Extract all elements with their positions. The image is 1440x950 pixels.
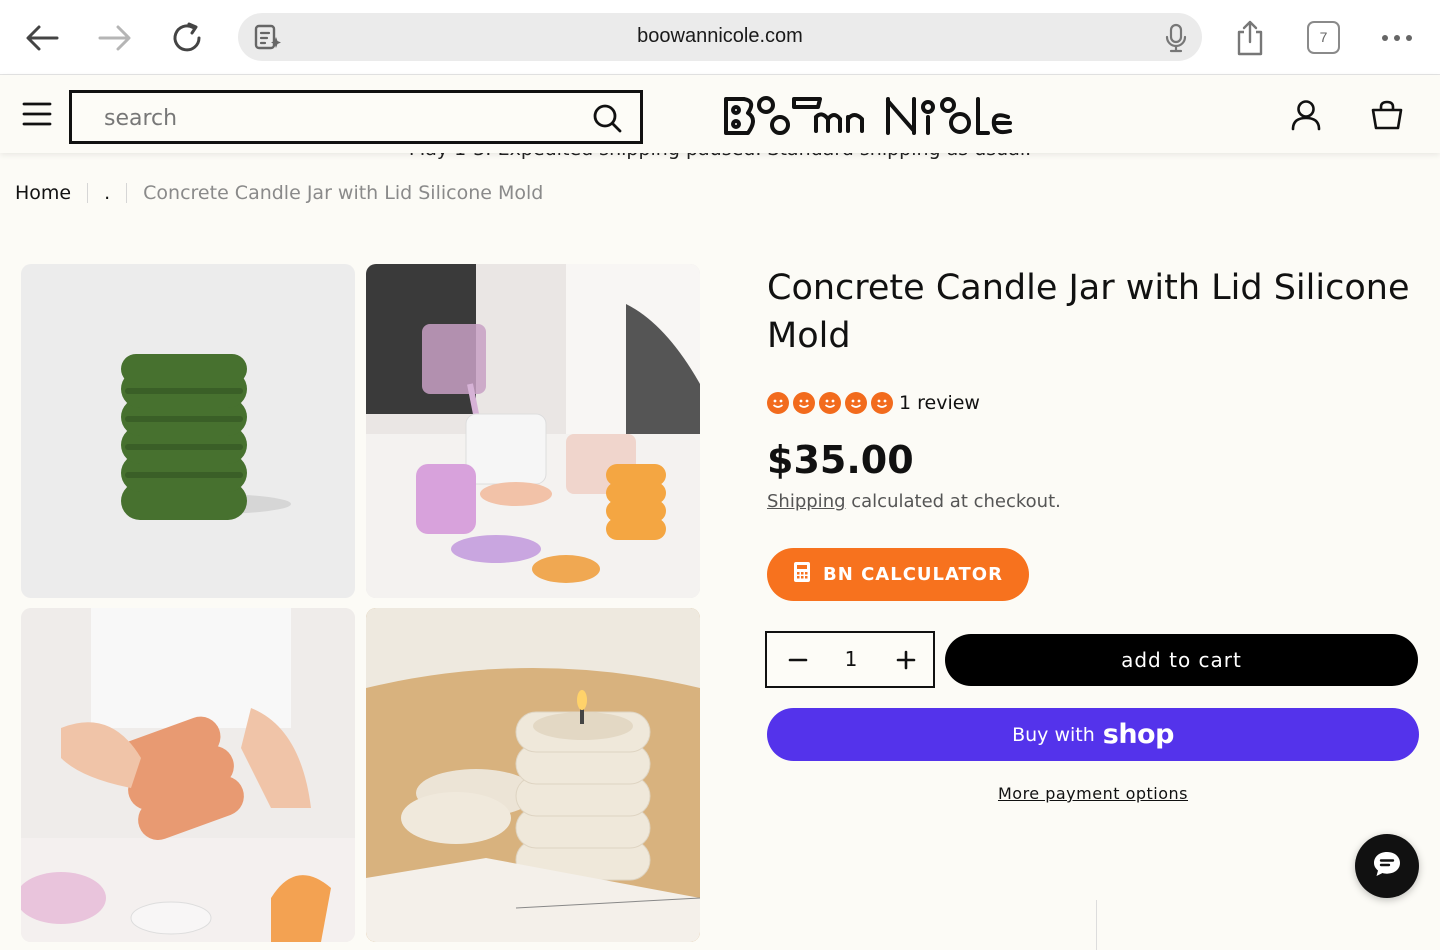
search-box (69, 90, 643, 144)
star-smiley-icon (871, 392, 893, 414)
star-smiley-icon (845, 392, 867, 414)
breadcrumb-separator (126, 183, 128, 203)
address-bar[interactable]: boowannicole.com (238, 13, 1202, 61)
product-image-green-jar[interactable] (21, 264, 355, 598)
tabs-button[interactable]: 7 (1307, 21, 1340, 54)
shipping-link[interactable]: Shipping (767, 491, 846, 512)
rating-row[interactable]: 1 review (767, 392, 980, 414)
search-icon[interactable] (592, 103, 622, 137)
quantity-input[interactable]: 1 (827, 647, 875, 671)
account-icon[interactable] (1290, 99, 1322, 135)
shop-pay-logo: shop (1102, 719, 1175, 750)
calculator-button[interactable]: BN CALCULATOR (767, 548, 1029, 601)
product-image-pouring[interactable] (366, 264, 700, 598)
breadcrumb-home-link[interactable]: Home (15, 182, 71, 204)
more-icon[interactable] (1377, 18, 1417, 58)
breadcrumb-current: Concrete Candle Jar with Lid Silicone Mo… (143, 182, 544, 204)
star-smiley-icon (767, 392, 789, 414)
microphone-icon[interactable] (1164, 23, 1188, 57)
star-smiley-icon (793, 392, 815, 414)
minus-icon[interactable] (785, 647, 811, 673)
site-header (0, 75, 1440, 153)
share-icon[interactable] (1230, 18, 1270, 58)
breadcrumb-collection-link[interactable]: . (104, 182, 110, 204)
forward-icon[interactable] (95, 18, 135, 58)
buy-with-shop-button[interactable]: Buy with shop (767, 708, 1419, 761)
breadcrumb-separator (87, 183, 89, 203)
add-to-cart-button[interactable]: add to cart (945, 634, 1418, 686)
plus-icon[interactable] (893, 647, 919, 673)
shipping-note-text: calculated at checkout. (845, 491, 1061, 512)
site-logo[interactable] (722, 93, 1014, 139)
more-payment-options: More payment options (767, 784, 1419, 803)
star-smiley-icon (819, 392, 841, 414)
calculator-label: BN CALCULATOR (823, 564, 1003, 585)
product-image-demolding[interactable] (21, 608, 355, 942)
hamburger-menu-icon[interactable] (22, 101, 52, 131)
back-icon[interactable] (22, 18, 62, 58)
chat-icon (1371, 849, 1403, 883)
search-input[interactable] (104, 103, 564, 133)
cart-bag-icon[interactable] (1370, 99, 1404, 135)
quantity-stepper: 1 (765, 631, 935, 688)
browser-toolbar: boowannicole.com 7 (0, 0, 1440, 75)
divider (1096, 900, 1097, 950)
chat-widget-button[interactable] (1355, 834, 1419, 898)
review-count[interactable]: 1 review (899, 392, 980, 414)
product-title: Concrete Candle Jar with Lid Silicone Mo… (767, 268, 1410, 356)
breadcrumb: Home . Concrete Candle Jar with Lid Sili… (15, 182, 543, 204)
reload-icon[interactable] (168, 18, 208, 58)
shipping-note: Shipping calculated at checkout. (767, 491, 1061, 512)
product-price: $35.00 (767, 438, 914, 482)
url-text: boowannicole.com (637, 25, 803, 47)
calculator-icon (793, 561, 811, 588)
more-payment-options-link[interactable]: More payment options (998, 784, 1188, 803)
buy-with-label: Buy with (1012, 723, 1095, 746)
product-image-white-candle[interactable] (366, 608, 700, 942)
